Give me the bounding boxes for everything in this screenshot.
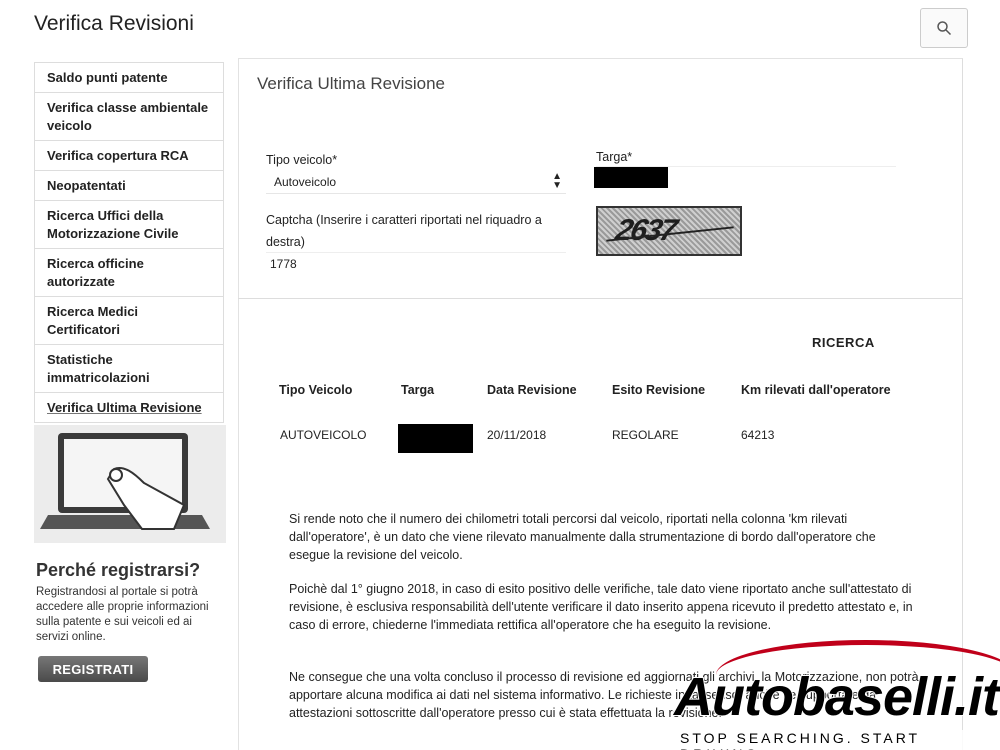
- col-header-targa: Targa: [401, 383, 435, 397]
- search-button[interactable]: [920, 8, 968, 48]
- cell-data: 20/11/2018: [487, 428, 547, 442]
- sidebar-item-classe-ambientale[interactable]: Verifica classe ambientale veicolo: [35, 93, 223, 141]
- captcha-image-text: 2637: [612, 214, 679, 247]
- cell-esito: REGOLARE: [612, 428, 679, 442]
- info-paragraph-1: Si rende noto che il numero dei chilomet…: [289, 512, 876, 562]
- cell-km: 64213: [741, 428, 775, 442]
- tipo-veicolo-select[interactable]: Autoveicolo ▲ ▼: [266, 170, 566, 194]
- captcha-image: 2637: [596, 206, 742, 256]
- captcha-label: Captcha (Inserire i caratteri riportati …: [266, 213, 542, 249]
- col-header-tipo: Tipo Veicolo: [279, 383, 353, 397]
- sidebar-item-medici[interactable]: Ricerca Medici Certificatori: [35, 297, 223, 345]
- cell-tipo: AUTOVEICOLO: [280, 428, 367, 442]
- select-arrows-icon: ▲ ▼: [552, 171, 562, 191]
- sidebar-item-saldo-punti[interactable]: Saldo punti patente: [35, 63, 223, 93]
- targa-label: Targa*: [596, 150, 633, 164]
- sidebar: Saldo punti patente Verifica classe ambi…: [34, 62, 224, 423]
- watermark: Autobaselli.it STOP SEARCHING. START DRI…: [660, 640, 1000, 750]
- sidebar-item-statistiche[interactable]: Statistiche immatricolazioni: [35, 345, 223, 393]
- captcha-divider: [266, 252, 566, 253]
- search-submit-button[interactable]: RICERCA: [812, 335, 875, 350]
- why-register-text: Registrandosi al portale si potrà accede…: [36, 586, 209, 643]
- tipo-veicolo-value: Autoveicolo: [274, 175, 337, 189]
- sidebar-item-copertura-rca[interactable]: Verifica copertura RCA: [35, 141, 223, 171]
- search-icon: [937, 21, 952, 36]
- targa-input-redacted[interactable]: [594, 167, 668, 188]
- panel-divider: [238, 298, 963, 299]
- watermark-tagline: STOP SEARCHING. START DRIVING.: [678, 730, 1000, 750]
- col-header-data: Data Revisione: [487, 383, 577, 397]
- info-paragraph-2: Poichè dal 1° giugno 2018, in caso di es…: [289, 582, 913, 632]
- col-header-esito: Esito Revisione: [612, 383, 706, 397]
- cell-targa-redacted: [398, 424, 473, 453]
- register-button[interactable]: REGISTRATI: [38, 656, 148, 682]
- laptop-hand-illustration: [34, 425, 226, 543]
- sidebar-item-ultima-revisione[interactable]: Verifica Ultima Revisione: [35, 393, 223, 423]
- col-header-km: Km rilevati dall'operatore: [741, 383, 891, 397]
- sidebar-item-officine[interactable]: Ricerca officine autorizzate: [35, 249, 223, 297]
- form-title: Verifica Ultima Revisione: [257, 74, 446, 93]
- captcha-input[interactable]: 1778: [270, 257, 297, 271]
- page-title: Verifica Revisioni: [34, 12, 194, 35]
- watermark-logo: Autobaselli.it: [673, 666, 1000, 728]
- sidebar-item-neopatentati[interactable]: Neopatentati: [35, 171, 223, 201]
- why-register-title: Perché registrarsi?: [36, 560, 201, 580]
- sidebar-item-uffici-motorizzazione[interactable]: Ricerca Uffici della Motorizzazione Civi…: [35, 201, 223, 249]
- tipo-veicolo-label: Tipo veicolo*: [266, 153, 338, 167]
